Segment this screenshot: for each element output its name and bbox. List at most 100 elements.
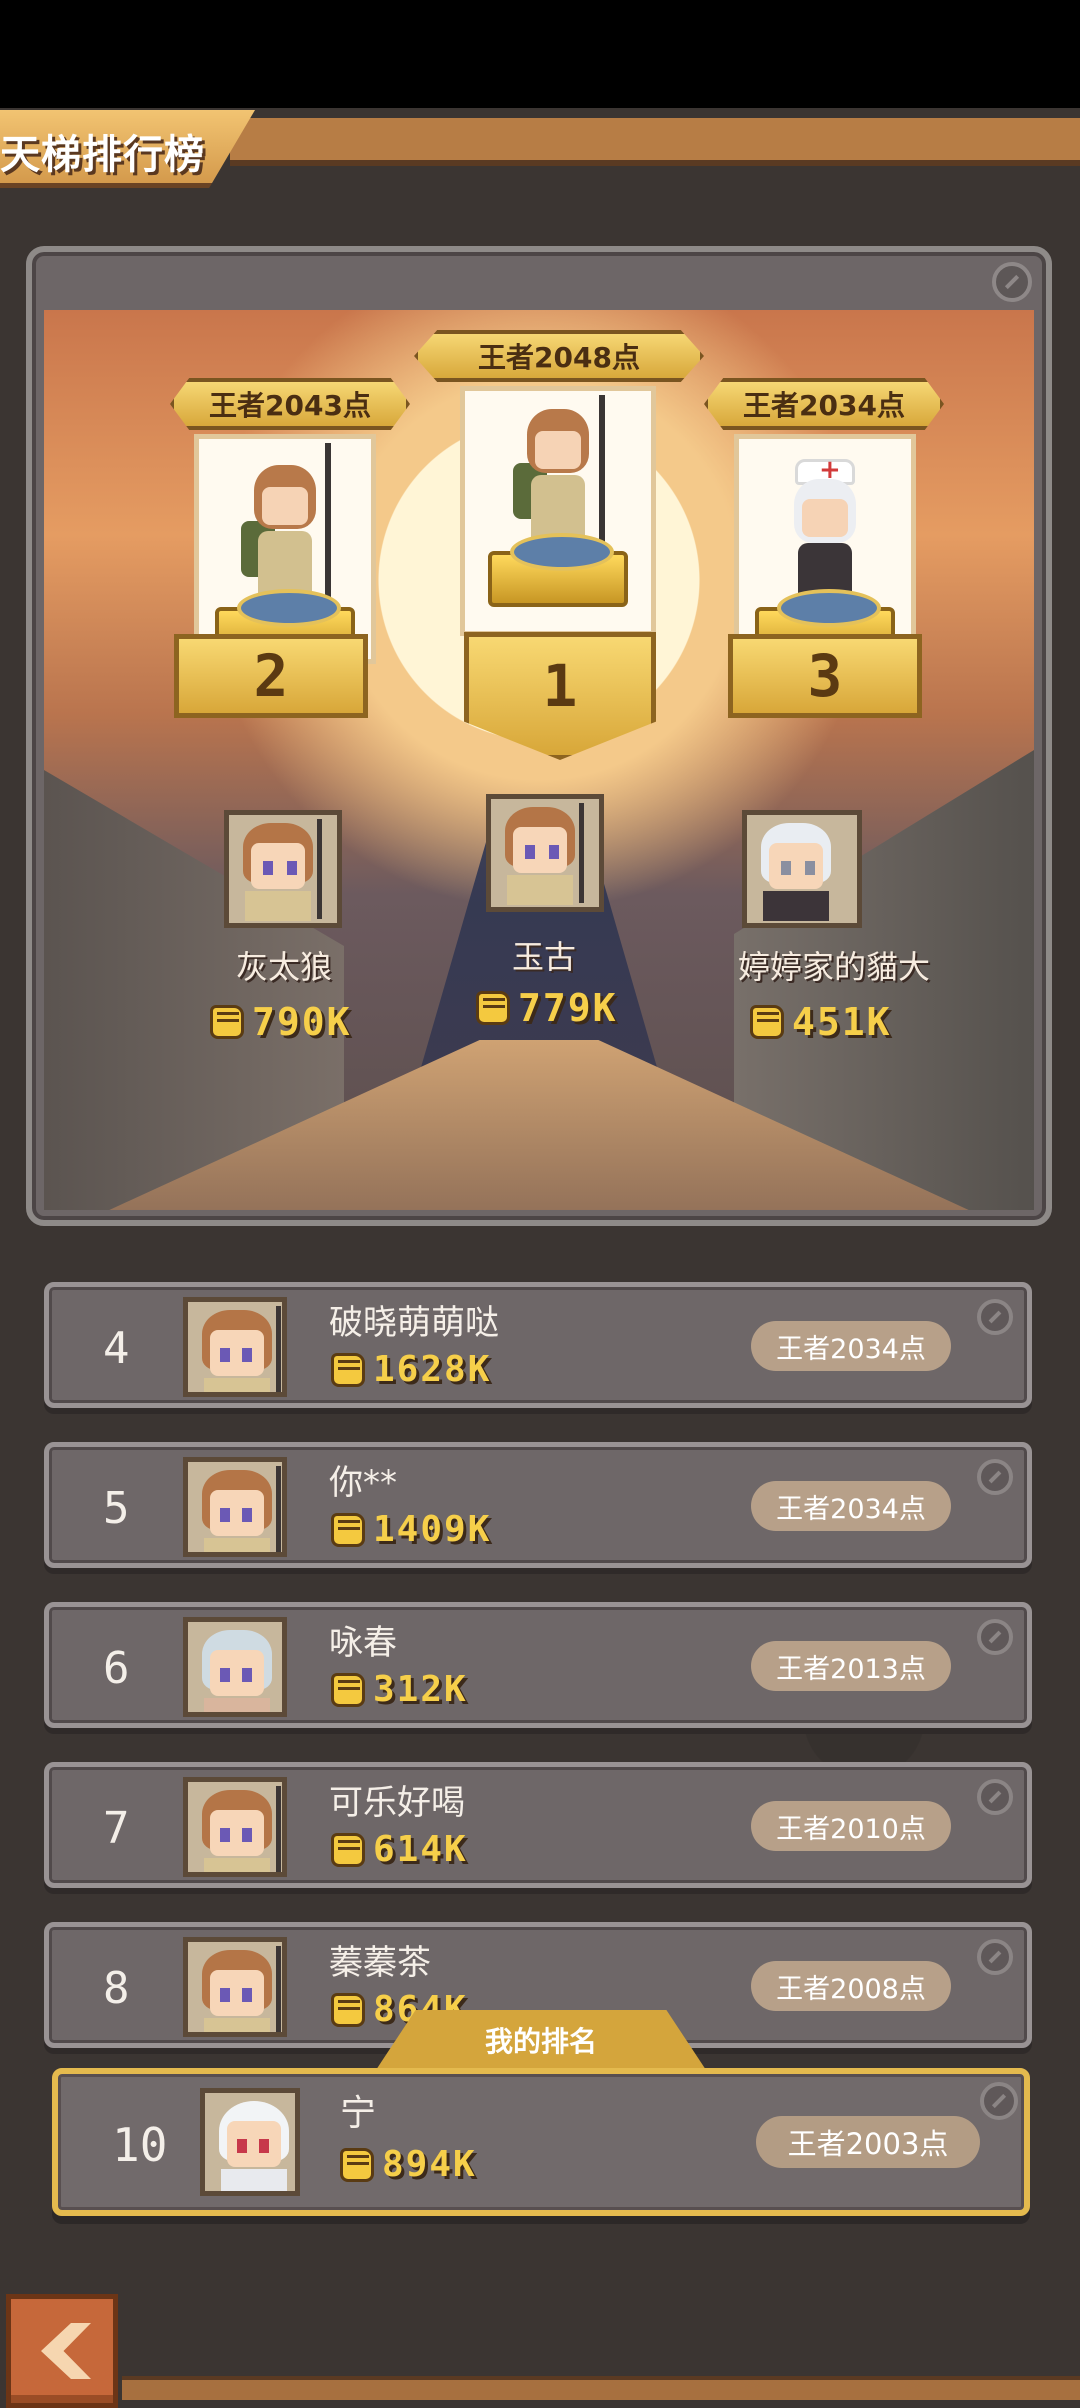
avatar-body [221, 2169, 287, 2191]
avatar-eye [220, 1508, 230, 1522]
character-face [802, 499, 848, 537]
fist-icon [331, 1512, 365, 1547]
bottom-bar [122, 2376, 1080, 2400]
my-ranking-row[interactable]: 10 宁 894K 王者2003点 [52, 2068, 1030, 2216]
avatar-body [204, 1858, 270, 1872]
player-name: 婷婷家的貓大 [737, 948, 930, 986]
rank-number: 4 [103, 1323, 130, 1374]
avatar[interactable] [183, 1617, 287, 1717]
avatar-eye [263, 861, 273, 875]
rank-plate: 2 [174, 634, 368, 718]
settings-circle-icon[interactable] [980, 2082, 1018, 2120]
avatar-eye [220, 1828, 230, 1842]
player-name: 灰太狼 [235, 948, 332, 986]
rank-number: 10 [112, 2118, 168, 2172]
avatar-eye [220, 1348, 230, 1362]
power-value: 790K [252, 1000, 352, 1044]
avatar[interactable] [183, 1937, 287, 2037]
podium-card-rank-3[interactable]: 王者2034点 3 [704, 378, 944, 718]
avatar-eye [805, 861, 815, 875]
title-stripe [230, 118, 1080, 166]
power-display: 312K [331, 1669, 468, 1710]
character-face [262, 487, 308, 525]
fist-icon [476, 991, 510, 1025]
avatar-spear [276, 1466, 281, 1552]
power-display: 790K [210, 1000, 352, 1044]
rank-number: 7 [103, 1803, 130, 1854]
avatar[interactable] [742, 810, 862, 928]
ranking-row[interactable]: 4 破晓萌萌哒 1628K 王者2034点 [44, 1282, 1032, 1408]
player-name: 可乐好喝 [329, 1783, 465, 1823]
avatar-eye [242, 1668, 252, 1682]
settings-circle-icon[interactable] [977, 1779, 1013, 1815]
avatar-face [210, 1650, 264, 1696]
avatar-body [245, 891, 311, 921]
podium-card-rank-2[interactable]: 王者2043点 2 [170, 378, 420, 718]
power-value: 312K [373, 1669, 468, 1710]
power-value: 614K [373, 1829, 468, 1870]
avatar-eye [259, 2139, 269, 2153]
avatar-eye [781, 861, 791, 875]
avatar-spear [276, 1786, 281, 1872]
avatar-eye [237, 2139, 247, 2153]
chevron-left-icon [41, 2323, 91, 2379]
my-rank-tab: 我的排名 [376, 2010, 706, 2070]
avatar[interactable] [183, 1457, 287, 1557]
character-frame [194, 434, 376, 664]
avatar-face [210, 1490, 264, 1536]
avatar-eye [220, 1668, 230, 1682]
title-bar: 天梯排行榜 [0, 110, 1080, 188]
ranking-row[interactable]: 7 可乐好喝 614K 王者2010点 [44, 1762, 1032, 1888]
avatar-spear [276, 1306, 281, 1392]
podium-panel: 王者2043点 2 王者2048点 1 王者2034点 + 3 灰太狼 玉古 婷… [26, 246, 1052, 1226]
score-badge: 王者2008点 [751, 1961, 951, 2011]
avatar[interactable] [486, 794, 604, 912]
player-name: 蓁蓁茶 [329, 1943, 431, 1983]
character-face [535, 431, 581, 469]
avatar[interactable] [200, 2088, 300, 2196]
score-badge: 王者2003点 [756, 2116, 980, 2168]
avatar-body [507, 875, 573, 905]
fist-icon [331, 1352, 365, 1387]
avatar[interactable] [224, 810, 342, 928]
settings-circle-icon[interactable] [977, 1299, 1013, 1335]
power-value: 779K [518, 986, 618, 1030]
avatar-face [227, 2121, 281, 2167]
avatar-spear [579, 803, 584, 903]
avatar-eye [242, 1828, 252, 1842]
avatar-spear [276, 1946, 281, 2032]
fist-icon [331, 1832, 365, 1867]
power-display: 779K [476, 986, 618, 1030]
rank-number: 5 [103, 1483, 130, 1534]
score-tag: 王者2034点 [704, 378, 944, 430]
player-name: 你** [329, 1463, 397, 1503]
settings-circle-icon[interactable] [977, 1619, 1013, 1655]
ranking-row[interactable]: 5 你** 1409K 王者2034点 [44, 1442, 1032, 1568]
avatar-body [204, 2018, 270, 2032]
score-badge: 王者2034点 [751, 1321, 951, 1371]
score-tag: 王者2043点 [170, 378, 410, 430]
avatar[interactable] [183, 1777, 287, 1877]
pedestal [488, 533, 628, 607]
avatar-eye [242, 1988, 252, 2002]
settings-circle-icon[interactable] [992, 262, 1032, 302]
power-display: 614K [331, 1829, 468, 1870]
avatar-eye [242, 1508, 252, 1522]
power-value: 451K [792, 1000, 892, 1044]
player-name: 咏春 [329, 1623, 397, 1663]
power-display: 1628K [331, 1349, 491, 1390]
fist-icon [331, 1992, 365, 2027]
avatar-eye [549, 845, 559, 859]
player-name: 破晓萌萌哒 [329, 1303, 499, 1343]
ranking-row[interactable]: 6 咏春 312K 王者2013点 [44, 1602, 1032, 1728]
podium-card-rank-1[interactable]: 王者2048点 1 [414, 330, 704, 760]
settings-circle-icon[interactable] [977, 1939, 1013, 1975]
avatar-body [204, 1378, 270, 1392]
fist-icon [210, 1005, 244, 1039]
power-display: 894K [340, 2144, 477, 2185]
score-badge: 王者2034点 [751, 1481, 951, 1531]
avatar-eye [242, 1348, 252, 1362]
avatar[interactable] [183, 1297, 287, 1397]
settings-circle-icon[interactable] [977, 1459, 1013, 1495]
back-button[interactable] [6, 2294, 118, 2408]
